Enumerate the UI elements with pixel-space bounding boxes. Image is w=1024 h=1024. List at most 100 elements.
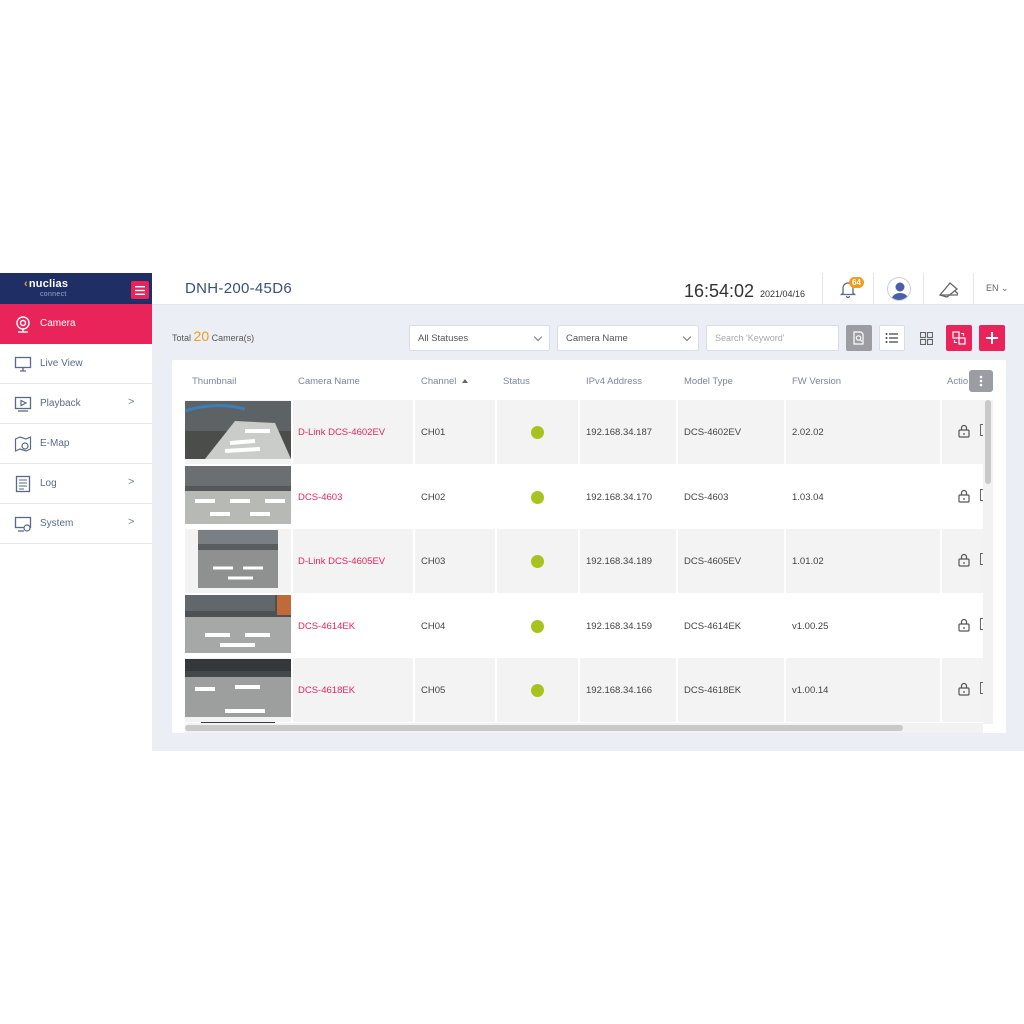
ip-cell: 192.168.34.189	[586, 555, 653, 567]
camera-tool-icon[interactable]	[938, 279, 960, 299]
sidebar-item-live-view[interactable]: Live View	[0, 344, 152, 384]
table-row[interactable]: DCS-4603 CH02 192.168.34.170 DCS-4603 1.…	[185, 465, 983, 529]
sidebar-item-label: System	[40, 518, 74, 529]
table-row[interactable]: DCS-4618EK CH05 192.168.34.166 DCS-4618E…	[185, 658, 983, 722]
model-cell: DCS-4614EK	[684, 620, 742, 632]
sidebar-item-label: Playback	[40, 398, 81, 409]
log-icon	[15, 475, 31, 493]
model-cell: DCS-4602EV	[684, 426, 742, 438]
chevron-right-icon: >	[128, 476, 135, 488]
status-filter-select[interactable]: All Statuses	[409, 325, 550, 351]
status-cell	[531, 594, 544, 658]
sidebar: ‹nuclias connect Camera Live View Playba…	[0, 273, 152, 751]
status-cell	[531, 658, 544, 722]
chevron-right-icon: >	[128, 516, 135, 528]
camera-name-link[interactable]: DCS-4603	[298, 465, 342, 529]
swap-icon	[952, 331, 966, 345]
sidebar-item-log[interactable]: Log >	[0, 464, 152, 504]
field-filter-select[interactable]: Camera Name	[557, 325, 699, 351]
table-row[interactable]: DCS-4614EK CH04 192.168.34.159 DCS-4614E…	[185, 594, 983, 658]
ip-cell: 192.168.34.170	[586, 491, 653, 503]
top-bar: DNH-200-45D6 16:54:02 2021/04/16 64 EN ⌄	[152, 273, 1024, 305]
camera-thumbnail	[185, 401, 291, 459]
column-fw-version[interactable]: FW Version	[792, 376, 841, 387]
scroll-thumb[interactable]	[185, 725, 903, 731]
sidebar-item-label: Live View	[40, 358, 83, 369]
add-camera-button[interactable]	[979, 325, 1005, 351]
divider	[973, 273, 974, 304]
list-view-button[interactable]	[879, 325, 905, 351]
status-online-dot	[531, 490, 544, 504]
column-model[interactable]: Model Type	[684, 376, 733, 387]
model-cell: DCS-4605EV	[684, 555, 742, 567]
camera-name-link[interactable]: DCS-4614EK	[298, 594, 355, 658]
column-settings-button[interactable]	[969, 370, 993, 392]
sort-ascending-icon	[462, 379, 469, 383]
sidebar-item-label: Log	[40, 478, 57, 489]
camera-name-link[interactable]: DCS-4618EK	[298, 658, 355, 722]
lock-icon[interactable]	[957, 489, 971, 503]
monitor-icon	[14, 356, 32, 372]
map-icon	[14, 436, 32, 452]
status-online-dot	[531, 425, 544, 439]
language-selector[interactable]: EN ⌄	[986, 283, 1009, 294]
status-online-dot	[531, 683, 544, 697]
divider	[822, 273, 823, 304]
replace-camera-button[interactable]	[946, 325, 972, 351]
sidebar-item-label: E-Map	[40, 438, 70, 449]
scroll-thumb[interactable]	[985, 400, 991, 484]
horizontal-scrollbar[interactable]	[185, 723, 983, 733]
sidebar-item-emap[interactable]: E-Map	[0, 424, 152, 464]
user-avatar[interactable]	[887, 277, 911, 301]
playback-icon	[14, 396, 32, 412]
chevron-down-icon	[682, 332, 692, 342]
ip-cell: 192.168.34.166	[586, 684, 653, 696]
lock-icon[interactable]	[957, 424, 971, 438]
status-cell	[531, 400, 544, 464]
chevron-down-icon	[533, 332, 543, 342]
grid-view-button[interactable]	[913, 325, 939, 351]
column-camera-name[interactable]: Camera Name	[298, 376, 360, 387]
channel-cell: CH05	[421, 684, 446, 696]
column-status[interactable]: Status	[503, 376, 530, 387]
divider	[923, 273, 924, 304]
camera-name-link[interactable]: D-Link DCS-4602EV	[298, 400, 385, 464]
camera-thumbnail	[198, 530, 278, 588]
camera-count: 20	[193, 328, 210, 344]
search-button[interactable]	[846, 325, 872, 351]
fw-cell: 1.01.02	[792, 555, 824, 567]
sidebar-item-playback[interactable]: Playback >	[0, 384, 152, 424]
lock-icon[interactable]	[957, 682, 971, 696]
plus-icon	[986, 332, 998, 344]
user-icon	[891, 282, 909, 300]
ip-cell: 192.168.34.187	[586, 426, 653, 438]
table-body: D-Link DCS-4602EV CH01 192.168.34.187 DC…	[185, 400, 983, 724]
column-thumbnail: Thumbnail	[192, 376, 237, 387]
table-row[interactable]: D-Link DCS-4602EV CH01 192.168.34.187 DC…	[185, 400, 983, 464]
table-row[interactable]: D-Link DCS-4605EV CH03 192.168.34.189 DC…	[185, 529, 983, 593]
fw-cell: v1.00.25	[792, 620, 829, 632]
lock-icon[interactable]	[957, 618, 971, 632]
hamburger-menu-button[interactable]	[131, 281, 149, 299]
model-cell: DCS-4603	[684, 491, 729, 503]
column-action: Actio	[947, 376, 969, 387]
search-doc-icon	[853, 331, 864, 345]
chevron-right-icon: >	[128, 396, 135, 408]
column-channel[interactable]: Channel	[421, 376, 469, 387]
camera-name-link[interactable]: D-Link DCS-4605EV	[298, 529, 385, 593]
column-ipv4[interactable]: IPv4 Address	[586, 376, 642, 387]
lock-icon[interactable]	[957, 553, 971, 567]
channel-cell: CH01	[421, 426, 446, 438]
device-title: DNH-200-45D6	[185, 280, 292, 297]
channel-cell: CH03	[421, 555, 446, 567]
more-vertical-icon	[979, 375, 983, 387]
channel-cell: CH04	[421, 620, 446, 632]
camera-total: Total 20 Camera(s)	[172, 328, 255, 344]
grid-icon	[919, 331, 933, 345]
sidebar-item-camera[interactable]: Camera	[0, 304, 152, 344]
notification-badge: 64	[849, 277, 864, 288]
vertical-scrollbar[interactable]	[983, 400, 993, 724]
sidebar-item-system[interactable]: System >	[0, 504, 152, 544]
brand-bar: ‹nuclias connect	[0, 273, 152, 304]
search-input[interactable]	[706, 325, 839, 351]
